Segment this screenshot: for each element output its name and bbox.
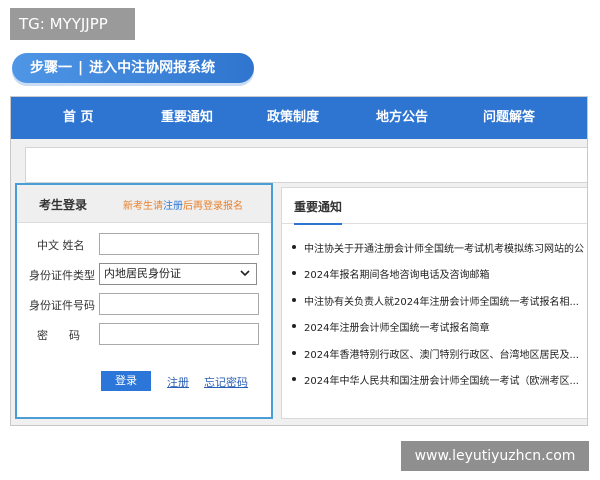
step-label: 步骤一	[30, 60, 72, 76]
chevron-down-icon	[240, 270, 250, 277]
notices-title: 重要通知	[294, 198, 343, 225]
website-screenshot: 首 页 重要通知 政策制度 地方公告 问题解答 考生登录 新考生请注册后再登录报…	[10, 96, 588, 426]
notice-item[interactable]: 2024年注册会计师全国统一考试报名简章	[292, 319, 587, 345]
hint-text-2: 后再登录报名	[183, 201, 243, 212]
id-number-input[interactable]	[99, 293, 259, 315]
login-hint: 新考生请注册后再登录报名	[123, 197, 243, 212]
nav-local-announcements[interactable]: 地方公告	[376, 97, 428, 139]
notices-panel: 重要通知 中注协关于开通注册会计师全国统一考试机考模拟练习网站的公 2024年报…	[281, 187, 587, 419]
main-navbar: 首 页 重要通知 政策制度 地方公告 问题解答	[11, 97, 587, 139]
step-separator: |	[78, 60, 84, 76]
hint-text-1: 新考生请	[123, 201, 163, 212]
notice-item[interactable]: 2024年中华人民共和国注册会计师全国统一考试（欧洲考区...	[292, 372, 587, 398]
hint-register-link[interactable]: 注册	[163, 201, 183, 212]
login-panel: 考生登录 新考生请注册后再登录报名 中文 姓名 身份证件类型 内地居民身份证 身…	[15, 183, 273, 419]
notice-item[interactable]: 2024年报名期间各地咨询电话及咨询邮箱	[292, 266, 587, 292]
step-banner: 步骤一 | 进入中注协网报系统	[12, 53, 254, 83]
name-label: 中文 姓名	[37, 239, 85, 252]
notices-header: 重要通知	[282, 188, 587, 225]
id-type-select[interactable]: 内地居民身份证	[99, 263, 257, 285]
nav-faq[interactable]: 问题解答	[483, 97, 535, 139]
step-title: 进入中注协网报系统	[89, 60, 216, 76]
name-input[interactable]	[99, 233, 259, 255]
nav-important-notices[interactable]: 重要通知	[161, 97, 213, 139]
site-watermark: www.leyutiyuzhcn.com	[401, 441, 589, 471]
nav-home[interactable]: 首 页	[63, 97, 94, 139]
login-title: 考生登录	[39, 198, 88, 212]
tg-watermark: TG: MYYJJPP	[10, 8, 135, 40]
login-button[interactable]: 登录	[101, 371, 151, 391]
password-input[interactable]	[99, 323, 259, 345]
page: TG: MYYJJPP 步骤一 | 进入中注协网报系统 首 页 重要通知 政策制度 …	[0, 0, 600, 480]
login-header: 考生登录 新考生请注册后再登录报名	[17, 185, 271, 223]
nav-policies[interactable]: 政策制度	[267, 97, 319, 139]
notice-item[interactable]: 中注协有关负责人就2024年注册会计师全国统一考试报名相...	[292, 293, 587, 319]
register-link[interactable]: 注册	[167, 374, 189, 390]
id-type-label: 身份证件类型	[29, 269, 95, 282]
id-number-label: 身份证件号码	[29, 299, 95, 312]
forgot-password-link[interactable]: 忘记密码	[204, 374, 248, 390]
notice-item[interactable]: 中注协关于开通注册会计师全国统一考试机考模拟练习网站的公	[292, 240, 587, 266]
notice-item[interactable]: 2024年香港特别行政区、澳门特别行政区、台湾地区居民及...	[292, 346, 587, 372]
banner-strip	[25, 147, 587, 183]
notices-list: 中注协关于开通注册会计师全国统一考试机考模拟练习网站的公 2024年报名期间各地…	[292, 240, 587, 398]
password-label: 密 码	[37, 329, 80, 342]
id-type-value: 内地居民身份证	[104, 267, 181, 280]
